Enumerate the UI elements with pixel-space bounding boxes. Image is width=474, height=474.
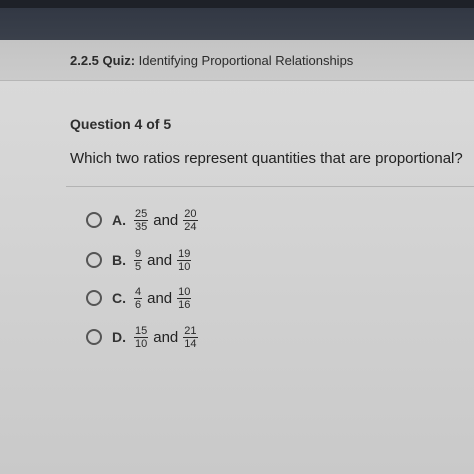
fraction-2: 20 24 (183, 207, 198, 233)
and-text: and (153, 328, 179, 346)
denominator: 16 (178, 298, 191, 311)
question-text: Which two ratios represent quantities th… (70, 150, 463, 167)
and-text: and (153, 211, 179, 229)
quiz-type: Quiz: (102, 53, 136, 68)
numerator: 21 (183, 324, 198, 338)
quiz-header: 2.2.5 Quiz: Identifying Proportional Rel… (0, 40, 474, 81)
question-number: Question 4 of 5 (70, 116, 172, 132)
denominator: 10 (135, 337, 148, 350)
fraction-2: 10 16 (177, 285, 192, 311)
denominator: 24 (184, 220, 197, 233)
denominator: 35 (135, 220, 148, 233)
and-text: and (147, 289, 173, 307)
option-letter: C. (112, 290, 126, 306)
radio-button-icon[interactable] (86, 212, 102, 228)
radio-button-icon[interactable] (86, 290, 102, 306)
numerator: 19 (177, 247, 192, 261)
option-d[interactable]: D. 15 10 and 21 14 (86, 321, 198, 353)
fraction-1: 15 10 (134, 324, 149, 350)
fraction-1: 9 5 (134, 247, 143, 273)
numerator: 25 (134, 207, 149, 221)
option-letter: A. (112, 212, 126, 228)
quiz-header-title: 2.2.5 Quiz: Identifying Proportional Rel… (70, 53, 353, 68)
numerator: 20 (183, 207, 198, 221)
divider (66, 186, 474, 187)
numerator: 9 (134, 247, 143, 261)
fraction-2: 21 14 (183, 324, 198, 350)
denominator: 10 (178, 260, 191, 273)
denominator: 14 (184, 337, 197, 350)
option-letter: B. (112, 252, 126, 268)
fraction-2: 19 10 (177, 247, 192, 273)
numerator: 10 (177, 285, 192, 299)
option-b[interactable]: B. 9 5 and 19 10 (86, 244, 192, 276)
top-bar-edge (0, 0, 474, 8)
numerator: 15 (134, 324, 149, 338)
radio-button-icon[interactable] (86, 252, 102, 268)
option-a[interactable]: A. 25 35 and 20 24 (86, 204, 198, 236)
denominator: 5 (135, 260, 142, 273)
radio-button-icon[interactable] (86, 329, 102, 345)
fraction-1: 25 35 (134, 207, 149, 233)
top-bar (0, 0, 474, 40)
and-text: and (147, 251, 173, 269)
denominator: 6 (135, 298, 142, 311)
numerator: 4 (134, 285, 143, 299)
fraction-1: 4 6 (134, 285, 143, 311)
screen: 2.2.5 Quiz: Identifying Proportional Rel… (0, 0, 474, 474)
quiz-title: Identifying Proportional Relationships (138, 53, 354, 68)
option-c[interactable]: C. 4 6 and 10 16 (86, 282, 192, 314)
option-letter: D. (112, 329, 126, 345)
quiz-code: 2.2.5 (70, 53, 99, 68)
